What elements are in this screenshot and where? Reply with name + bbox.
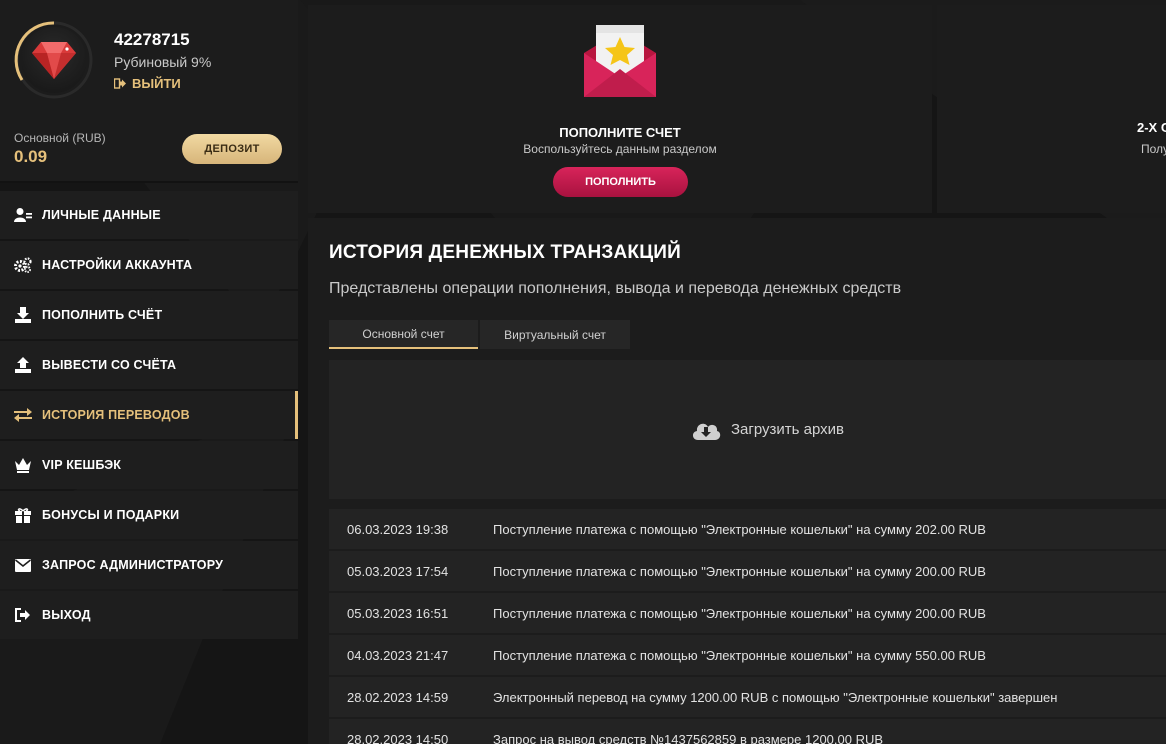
avatar bbox=[14, 20, 94, 100]
balance-value: 0.09 bbox=[14, 147, 48, 166]
sign-out-icon bbox=[14, 606, 32, 624]
table-row: 05.03.2023 16:51 Поступление платежа с п… bbox=[329, 593, 1166, 633]
sidebar: 42278715 Рубиновый 9% ВЫЙТИ Основной (RU… bbox=[0, 0, 298, 641]
promo2-subtitle: Полу bbox=[1141, 142, 1166, 156]
table-row: 06.03.2023 19:38 Поступление платежа с п… bbox=[329, 509, 1166, 549]
sidebar-item-label: БОНУСЫ И ПОДАРКИ bbox=[42, 508, 180, 522]
logout-label: ВЫЙТИ bbox=[132, 76, 181, 91]
exchange-icon bbox=[14, 406, 32, 424]
tab-main-account[interactable]: Основной счет bbox=[329, 320, 478, 349]
logout-link[interactable]: ВЫЙТИ bbox=[114, 76, 181, 91]
promo-deposit-button[interactable]: ПОПОЛНИТЬ bbox=[553, 167, 688, 197]
transaction-description: Электронный перевод на сумму 1200.00 RUB… bbox=[493, 689, 1058, 705]
transaction-description: Поступление платежа с помощью "Электронн… bbox=[493, 521, 986, 537]
transaction-date: 04.03.2023 21:47 bbox=[347, 647, 449, 663]
sidebar-item-personal-data[interactable]: ЛИЧНЫЕ ДАННЫЕ bbox=[0, 191, 298, 239]
sidebar-item-transfer-history[interactable]: ИСТОРИЯ ПЕРЕВОДОВ bbox=[0, 391, 298, 439]
sidebar-item-bonuses[interactable]: БОНУСЫ И ПОДАРКИ bbox=[0, 491, 298, 539]
transaction-date: 28.02.2023 14:50 bbox=[347, 731, 449, 744]
user-card-icon bbox=[14, 206, 32, 224]
transaction-description: Запрос на вывод средств №1437562859 в ра… bbox=[493, 731, 884, 744]
account-tabs: Основной счет Виртуальный счет bbox=[329, 320, 630, 349]
deposit-promo-banner: ПОПОЛНИТЕ СЧЕТ Воспользуйтесь данным раз… bbox=[308, 5, 932, 213]
crown-icon bbox=[14, 456, 32, 474]
tab-virtual-account[interactable]: Виртуальный счет bbox=[480, 320, 630, 349]
table-row: 28.02.2023 14:59 Электронный перевод на … bbox=[329, 677, 1166, 717]
envelope-star-icon bbox=[584, 25, 656, 97]
user-level: Рубиновый 9% bbox=[114, 54, 212, 70]
sidebar-item-deposit[interactable]: ПОПОЛНИТЬ СЧЁТ bbox=[0, 291, 298, 339]
transaction-date: 06.03.2023 19:38 bbox=[347, 521, 449, 537]
promo-subtitle: Воспользуйтесь данным разделом bbox=[523, 142, 717, 156]
sidebar-item-admin-request[interactable]: ЗАПРОС АДМИНИСТРАТОРУ bbox=[0, 541, 298, 589]
sidebar-menu: ЛИЧНЫЕ ДАННЫЕ НАСТРОЙКИ АККАУНТА ПОПОЛНИ… bbox=[0, 191, 298, 639]
sidebar-item-label: ЗАПРОС АДМИНИСТРАТОРУ bbox=[42, 558, 224, 572]
gears-icon bbox=[14, 256, 32, 274]
sidebar-item-label: ИСТОРИЯ ПЕРЕВОДОВ bbox=[42, 408, 190, 422]
transaction-description: Поступление платежа с помощью "Электронн… bbox=[493, 647, 986, 663]
sidebar-item-label: ПОПОЛНИТЬ СЧЁТ bbox=[42, 308, 163, 322]
promo2-title: 2-Х С bbox=[1137, 120, 1166, 135]
archive-section: Загрузить архив bbox=[329, 360, 1166, 499]
transaction-date: 05.03.2023 17:54 bbox=[347, 563, 449, 579]
promo-title: ПОПОЛНИТЕ СЧЕТ bbox=[559, 125, 681, 140]
transaction-date: 28.02.2023 14:59 bbox=[347, 689, 449, 705]
transaction-date: 05.03.2023 16:51 bbox=[347, 605, 449, 621]
profile-card: 42278715 Рубиновый 9% ВЫЙТИ Основной (RU… bbox=[0, 0, 298, 183]
download-icon bbox=[14, 306, 32, 324]
user-id: 42278715 bbox=[114, 30, 190, 49]
download-archive-label: Загрузить архив bbox=[730, 421, 845, 438]
second-promo-banner: 2-Х С Полу bbox=[937, 5, 1166, 213]
sidebar-item-label: ВЫХОД bbox=[42, 608, 91, 622]
page-subtitle: Представлены операции пополнения, вывода… bbox=[329, 280, 902, 297]
upload-icon bbox=[14, 356, 32, 374]
sign-out-icon bbox=[114, 78, 126, 89]
balance-label: Основной (RUB) bbox=[14, 131, 106, 145]
sidebar-item-label: VIP КЕШБЭК bbox=[42, 458, 122, 472]
download-archive-button[interactable]: Загрузить архив bbox=[691, 419, 844, 441]
envelope-icon bbox=[14, 556, 32, 574]
deposit-button[interactable]: ДЕПОЗИТ bbox=[182, 134, 282, 164]
gift-icon bbox=[14, 506, 32, 524]
ruby-gem-icon bbox=[32, 42, 76, 79]
sidebar-item-label: НАСТРОЙКИ АККАУНТА bbox=[42, 258, 193, 272]
sidebar-item-label: ЛИЧНЫЕ ДАННЫЕ bbox=[42, 208, 161, 222]
transaction-description: Поступление платежа с помощью "Электронн… bbox=[493, 563, 986, 579]
sidebar-item-exit[interactable]: ВЫХОД bbox=[0, 591, 298, 639]
sidebar-item-account-settings[interactable]: НАСТРОЙКИ АККАУНТА bbox=[0, 241, 298, 289]
table-row: 05.03.2023 17:54 Поступление платежа с п… bbox=[329, 551, 1166, 591]
sidebar-item-withdraw[interactable]: ВЫВЕСТИ СО СЧЁТА bbox=[0, 341, 298, 389]
table-row: 28.02.2023 14:50 Запрос на вывод средств… bbox=[329, 719, 1166, 744]
transactions-panel: ИСТОРИЯ ДЕНЕЖНЫХ ТРАНЗАКЦИЙ Представлены… bbox=[308, 218, 1166, 744]
transaction-description: Поступление платежа с помощью "Электронн… bbox=[493, 605, 986, 621]
transaction-list: 06.03.2023 19:38 Поступление платежа с п… bbox=[329, 509, 1166, 744]
sidebar-item-vip-cashback[interactable]: VIP КЕШБЭК bbox=[0, 441, 298, 489]
table-row: 04.03.2023 21:47 Поступление платежа с п… bbox=[329, 635, 1166, 675]
sidebar-item-label: ВЫВЕСТИ СО СЧЁТА bbox=[42, 358, 177, 372]
page-title: ИСТОРИЯ ДЕНЕЖНЫХ ТРАНЗАКЦИЙ bbox=[329, 242, 681, 263]
cloud-download-icon bbox=[692, 423, 721, 440]
